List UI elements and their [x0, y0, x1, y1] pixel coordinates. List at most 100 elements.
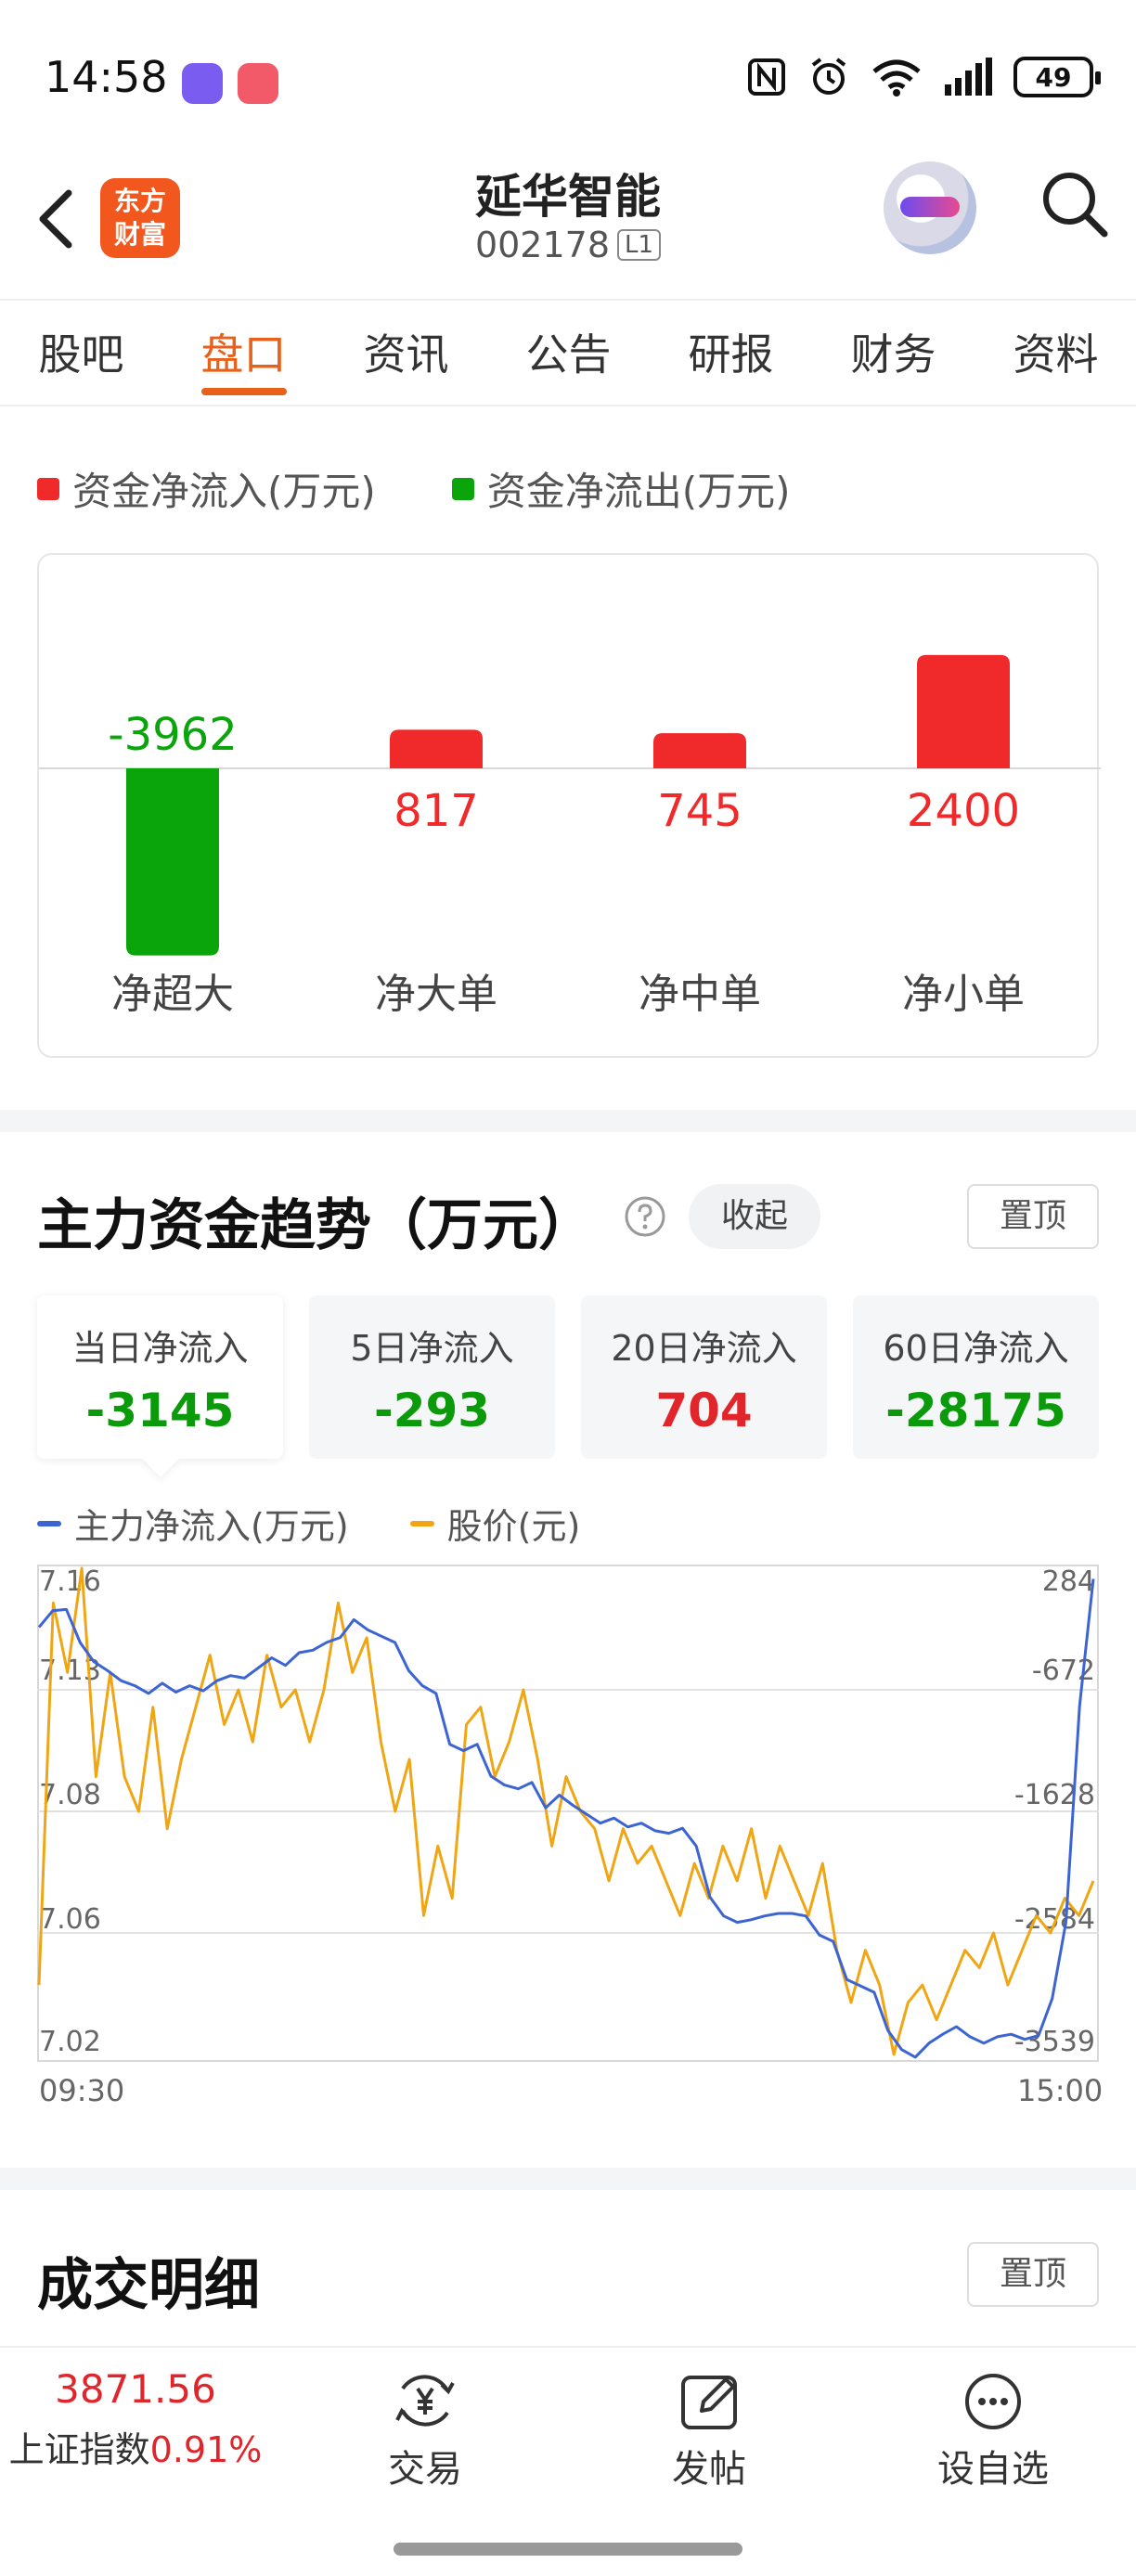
flow-category-label: 净大单: [375, 971, 497, 1018]
period-today[interactable]: 当日净流入 -3145: [37, 1295, 283, 1459]
period-label: 60日净流入: [883, 1328, 1069, 1369]
post-button[interactable]: 发帖: [626, 2368, 793, 2492]
flow-tick-label: -1628: [1014, 1779, 1095, 1811]
period-value: -293: [373, 1384, 491, 1437]
tab-announcements[interactable]: 公告: [487, 301, 650, 405]
price-tick-label: 7.08: [39, 1779, 101, 1811]
tab-guba[interactable]: 股吧: [0, 301, 162, 405]
inflow-swatch: [37, 477, 59, 500]
index-ticker[interactable]: 3871.56 上证指数0.91%: [0, 2366, 271, 2472]
flow-value-label: 745: [657, 785, 742, 837]
period-selector: 当日净流入 -3145 5日净流入 -293 20日净流入 704 60日净流入…: [37, 1295, 1099, 1459]
flow-bar: [126, 768, 219, 956]
collapse-button[interactable]: 收起: [689, 1184, 820, 1249]
flow-value-label: -3962: [108, 709, 237, 761]
index-line: 上证指数0.91%: [0, 2421, 271, 2472]
period-value: 704: [655, 1384, 753, 1437]
outflow-swatch: [451, 477, 474, 500]
price-swatch: [409, 1520, 434, 1526]
status-bar: 14:58 49: [0, 0, 1136, 139]
status-icons: 49: [746, 56, 1101, 98]
period-60-days[interactable]: 60日净流入 -28175: [853, 1295, 1099, 1459]
voice-app-icon: [182, 63, 223, 104]
flow-tick-label: 284: [1042, 1565, 1095, 1598]
flow-value-label: 2400: [907, 785, 1020, 837]
main-flow-line: [37, 1578, 1095, 2059]
flow-bar: [917, 654, 1010, 768]
pin-top-button[interactable]: 置顶: [967, 1184, 1099, 1249]
legend-main-flow-label: 主力净流入(万元): [74, 1506, 349, 1547]
period-label: 20日净流入: [611, 1328, 797, 1369]
section-divider: [0, 1110, 1136, 1132]
wifi-icon: [872, 59, 921, 97]
stock-code: 002178: [474, 225, 611, 265]
tab-research[interactable]: 研报: [650, 301, 812, 405]
price-tick-label: 7.02: [39, 2026, 101, 2058]
yen-exchange-icon: [395, 2375, 455, 2427]
section-divider: [0, 2168, 1136, 2190]
fund-flow-svg: -3962 净超大 817 净大单 745 净中单 2400 净小单: [39, 654, 1101, 1018]
signal-icon: [945, 58, 992, 96]
legend-inflow: 资金净流入(万元): [37, 460, 376, 517]
trend-legend: 主力净流入(万元) 股价(元): [37, 1498, 580, 1549]
search-icon[interactable]: [1038, 167, 1112, 241]
period-value: -3145: [85, 1384, 235, 1437]
flow-bar: [653, 733, 746, 768]
flow-bar: [390, 729, 483, 768]
period-20-days[interactable]: 20日净流入 704: [581, 1295, 827, 1459]
flow-category-label: 净超大: [111, 971, 234, 1018]
level-badge: L1: [617, 229, 662, 261]
index-change: 0.91%: [149, 2429, 263, 2470]
index-name: 上证指数: [8, 2429, 150, 2470]
bottom-bar: 3871.56 上证指数0.91% 交易 发帖 设自选: [0, 2346, 1136, 2576]
nfc-icon: [748, 58, 785, 96]
battery-level: 49: [1035, 61, 1072, 93]
flow-value-label: 817: [394, 785, 479, 837]
trade-button[interactable]: 交易: [342, 2368, 509, 2492]
legend-main-flow: 主力净流入(万元): [37, 1498, 349, 1549]
legend-inflow-label: 资金净流入(万元): [72, 469, 376, 514]
trend-chart[interactable]: 7.167.137.087.067.02284-672-1628-2584-35…: [37, 1565, 1099, 2062]
book-app-icon: [238, 63, 278, 104]
flow-tick-label: -3539: [1014, 2026, 1095, 2058]
home-indicator: [394, 2543, 742, 2556]
help-icon[interactable]: [624, 1195, 666, 1238]
watchlist-label: 设自选: [937, 2448, 1049, 2491]
period-label: 5日净流入: [350, 1328, 514, 1369]
more-dots-icon: [965, 2374, 1021, 2429]
flow-legend: 资金净流入(万元) 资金净流出(万元): [37, 460, 791, 517]
flow-category-label: 净中单: [639, 971, 761, 1018]
status-time: 14:58: [45, 52, 168, 102]
trade-detail-title: 成交明细: [37, 2253, 260, 2318]
tab-profile[interactable]: 资料: [975, 301, 1136, 405]
trade-label: 交易: [388, 2448, 462, 2491]
period-label: 当日净流入: [71, 1328, 249, 1369]
tab-finance[interactable]: 财务: [812, 301, 975, 405]
flow-category-label: 净小单: [902, 971, 1025, 1018]
trend-title: 主力资金趋势（万元）: [37, 1193, 594, 1258]
legend-outflow: 资金净流出(万元): [451, 460, 791, 517]
time-axis-start: 09:30: [39, 2073, 125, 2108]
header: 东方 财富 延华智能 002178 L1: [0, 139, 1136, 299]
battery-indicator: 49: [1013, 57, 1101, 97]
legend-outflow-label: 资金净流出(万元): [486, 469, 791, 514]
price-tick-label: 7.06: [39, 1903, 101, 1936]
main-flow-swatch: [37, 1520, 61, 1526]
add-watchlist-button[interactable]: 设自选: [910, 2368, 1077, 2492]
price-tick-label: 7.16: [39, 1565, 101, 1598]
pin-top-button[interactable]: 置顶: [967, 2242, 1099, 2307]
legend-price-label: 股价(元): [446, 1506, 581, 1547]
tab-pankou[interactable]: 盘口: [162, 301, 325, 405]
period-value: -28175: [885, 1384, 1066, 1437]
period-5-days[interactable]: 5日净流入 -293: [309, 1295, 555, 1459]
ai-assistant-avatar[interactable]: [884, 161, 976, 254]
post-label: 发帖: [672, 2448, 746, 2491]
index-value: 3871.56: [55, 2366, 216, 2412]
tab-bar: 股吧 盘口 资讯 公告 研报 财务 资料: [0, 299, 1136, 406]
legend-price: 股价(元): [409, 1498, 581, 1549]
time-axis-end: 15:00: [1017, 2073, 1104, 2108]
tab-news[interactable]: 资讯: [325, 301, 487, 405]
alarm-icon: [811, 58, 846, 95]
fund-flow-chart: -3962 净超大 817 净大单 745 净中单 2400 净小单: [37, 553, 1101, 1058]
chart-frame: [37, 1565, 1099, 2062]
